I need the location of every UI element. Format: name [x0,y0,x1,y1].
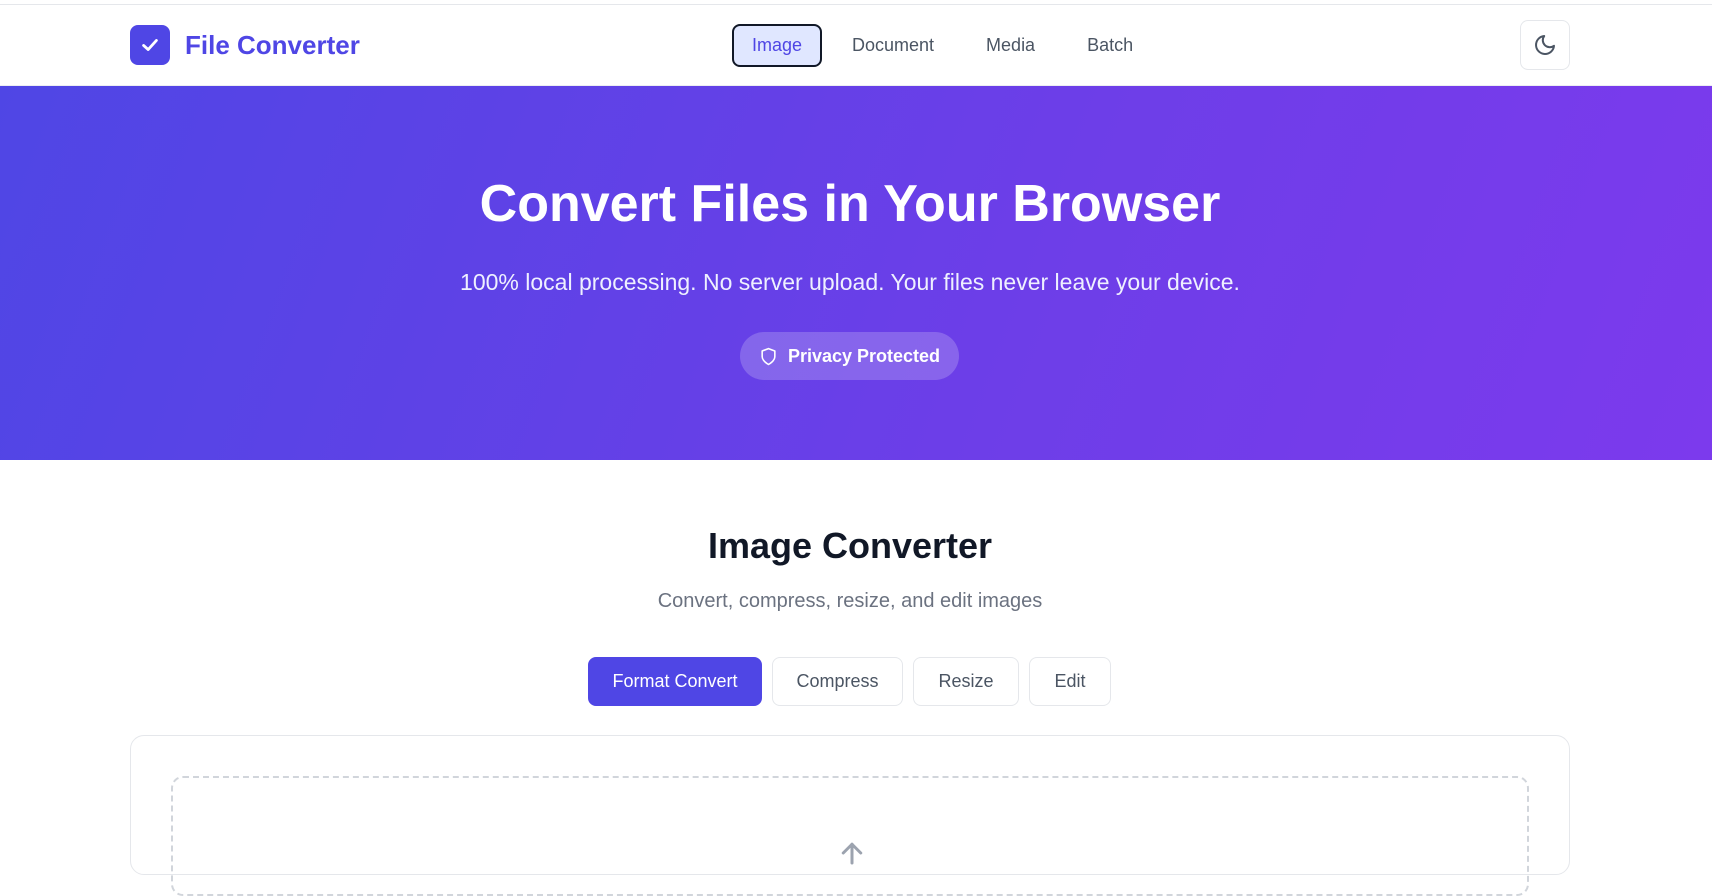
theme-toggle-button[interactable] [1520,20,1570,70]
nav-item-document[interactable]: Document [830,24,956,67]
brand[interactable]: File Converter [130,25,360,65]
main-nav: Image Document Media Batch [732,24,1163,67]
hero-title: Convert Files in Your Browser [479,175,1221,233]
converter-title: Image Converter [707,525,993,566]
nav-item-image[interactable]: Image [732,24,822,67]
hero-subtitle: 100% local processing. No server upload.… [460,269,1240,295]
tab-compress[interactable]: Compress [772,657,903,706]
moon-icon [1535,35,1555,55]
nav-item-batch[interactable]: Batch [1065,24,1155,67]
brand-name: File Converter [185,29,360,60]
privacy-badge: Privacy Protected [740,332,959,380]
nav-item-media[interactable]: Media [964,24,1057,67]
upload-arrow-icon [841,842,863,865]
file-dropzone[interactable] [171,776,1529,896]
site-header: File Converter Image Document Media Batc… [0,5,1712,86]
privacy-badge-label: Privacy Protected [787,345,941,366]
check-icon [130,25,170,65]
tab-format-convert[interactable]: Format Convert [588,657,762,706]
tab-resize[interactable]: Resize [913,657,1019,706]
converter-card [130,735,1570,896]
converter-subtitle: Convert, compress, resize, and edit imag… [657,590,1043,612]
hero-banner: Convert Files in Your Browser 100% local… [0,86,1712,460]
shield-icon [761,347,776,365]
converter-tabs: Format Convert Compress Resize Edit [588,657,1121,706]
tab-edit[interactable]: Edit [1029,657,1111,706]
